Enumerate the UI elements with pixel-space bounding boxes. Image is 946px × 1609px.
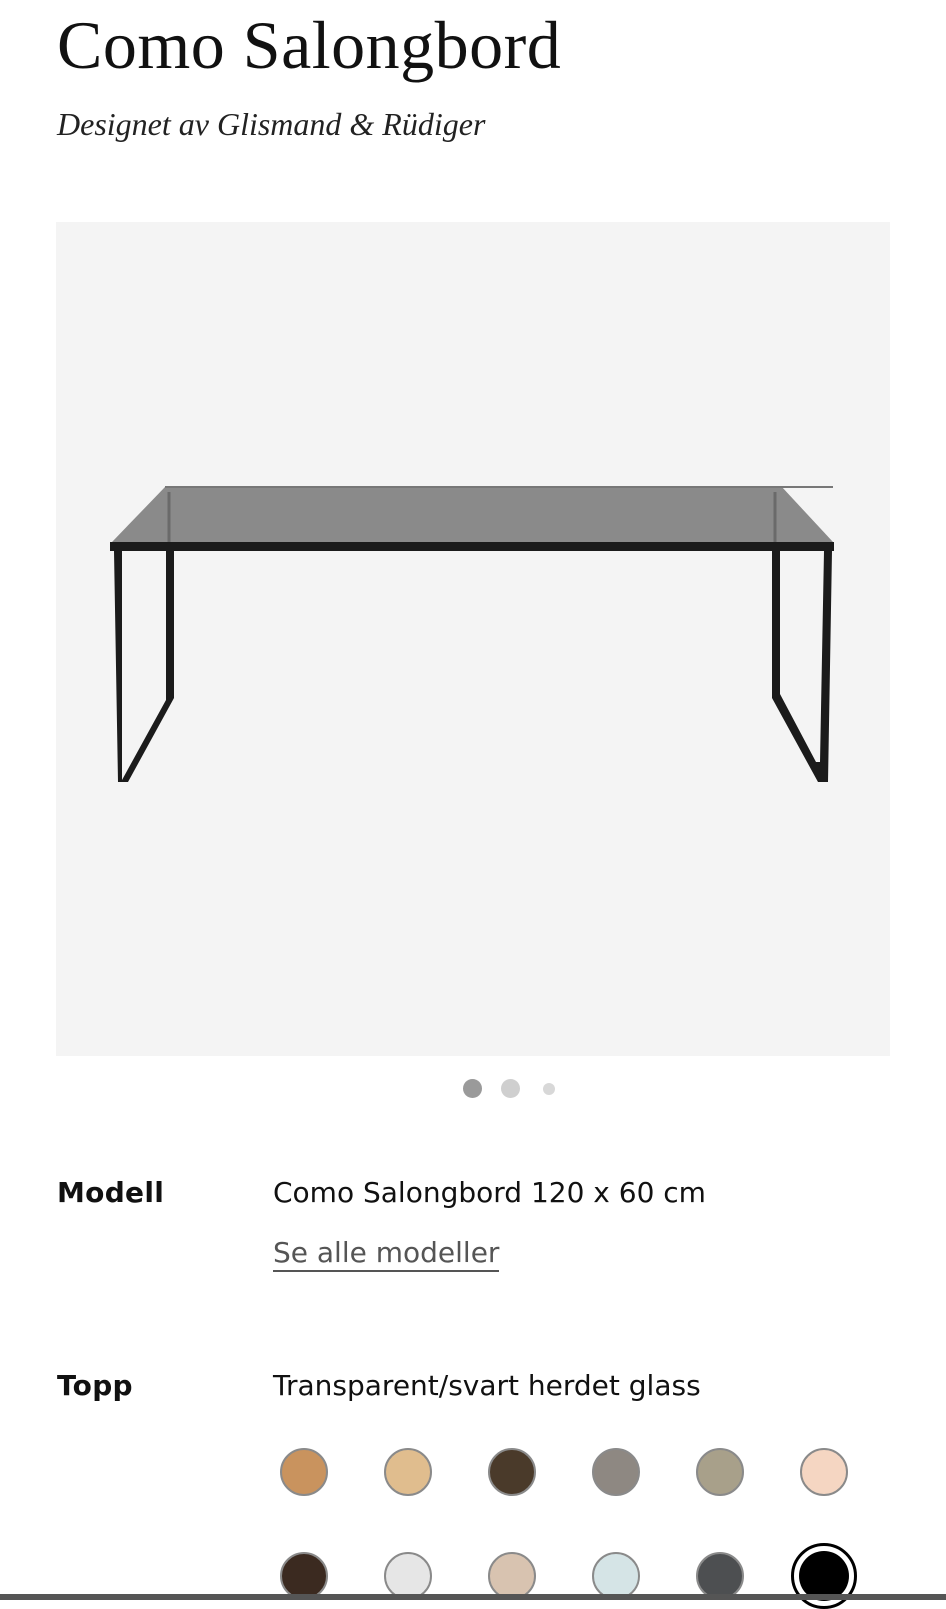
topp-swatch-row2-1[interactable] [280, 1552, 328, 1600]
gallery-dot-3[interactable] [543, 1083, 555, 1095]
topp-swatch-row1-2[interactable] [384, 1448, 432, 1496]
bottom-bar [0, 1594, 946, 1600]
topp-swatch-row1-3[interactable] [488, 1448, 536, 1496]
topp-swatch-row2-5[interactable] [696, 1552, 744, 1600]
table-glass-top [112, 486, 833, 542]
topp-swatch-row2-4[interactable] [592, 1552, 640, 1600]
product-designer: Designet av Glismand & Rüdiger [57, 106, 486, 142]
product-image-gallery[interactable] [56, 222, 890, 1056]
modell-value: Como Salongbord 120 x 60 cm [273, 1176, 706, 1209]
topp-swatch-row2-2[interactable] [384, 1552, 432, 1600]
modell-label: Modell [57, 1176, 165, 1209]
topp-swatch-row1-1[interactable] [280, 1448, 328, 1496]
gallery-dot-2[interactable] [501, 1079, 520, 1098]
table-frame-rail [110, 542, 834, 551]
product-image [110, 486, 834, 782]
table-right-leg [772, 551, 832, 782]
topp-swatch-row1-6[interactable] [800, 1448, 848, 1496]
gallery-dot-1-active[interactable] [463, 1079, 482, 1098]
topp-swatch-row1-4[interactable] [592, 1448, 640, 1496]
topp-swatch-row1-5[interactable] [696, 1448, 744, 1496]
topp-value: Transparent/svart herdet glass [273, 1369, 701, 1402]
table-left-leg [114, 551, 174, 782]
see-all-models-link[interactable]: Se alle modeller [273, 1236, 500, 1272]
product-title: Como Salongbord [57, 7, 562, 83]
topp-swatch-row2-3[interactable] [488, 1552, 536, 1600]
topp-label: Topp [57, 1369, 133, 1402]
